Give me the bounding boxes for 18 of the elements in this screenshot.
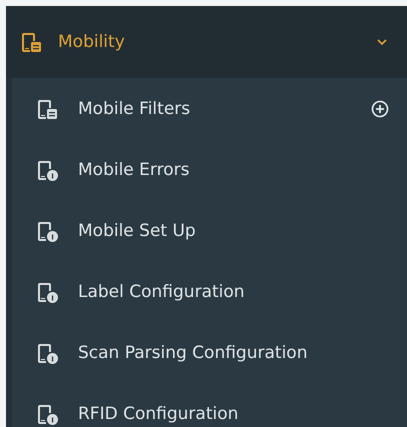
mobile-info-icon (36, 342, 58, 364)
menu-item[interactable]: RFID Configuration (12, 383, 407, 427)
menu-item[interactable]: Label Configuration (12, 261, 407, 322)
chevron-down-icon[interactable] (377, 38, 387, 46)
menu-item[interactable]: Mobile Filters (12, 78, 407, 139)
plus-circle-icon (371, 100, 389, 118)
add-button[interactable] (371, 100, 389, 118)
mobile-info-icon (36, 280, 58, 302)
menu-item[interactable]: Mobile Errors (12, 139, 407, 200)
mobile-info-icon (36, 402, 58, 424)
mobile-list-icon (36, 98, 58, 120)
mobile-device-icon (20, 31, 42, 53)
menu-item[interactable]: Scan Parsing Configuration (12, 322, 407, 383)
mobile-info-icon (36, 158, 58, 180)
menu-item[interactable]: Mobile Set Up (12, 200, 407, 261)
menu-group-header[interactable]: Mobility (6, 6, 407, 78)
menu-group-label: Mobility (58, 32, 126, 52)
mobile-info-icon (36, 220, 58, 242)
